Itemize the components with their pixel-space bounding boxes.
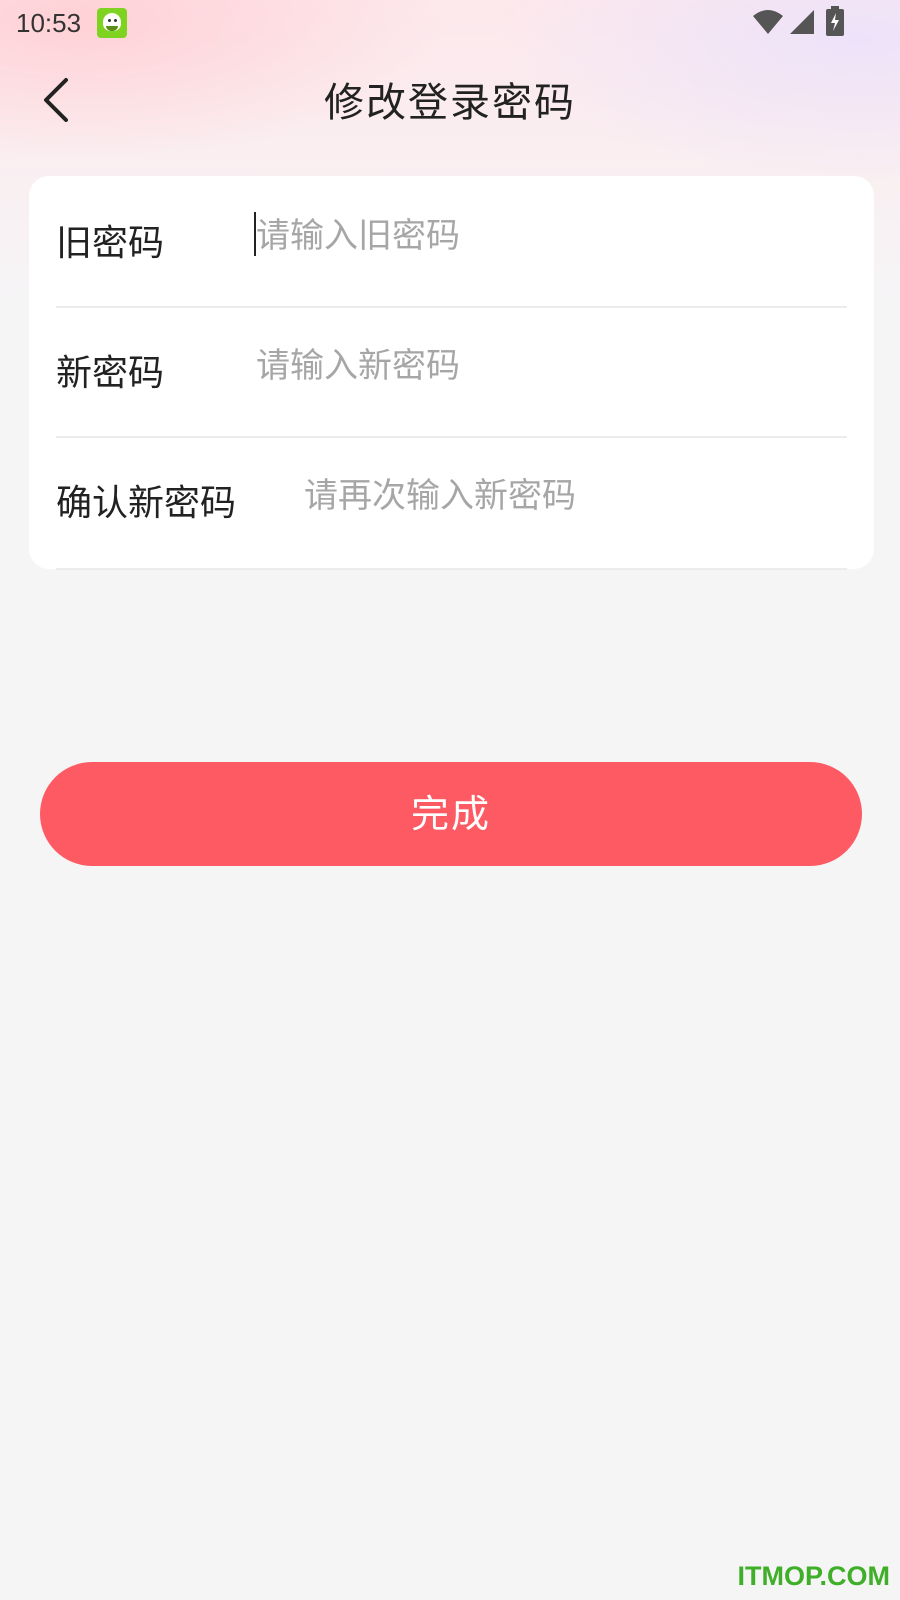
new-password-label: 新密码	[56, 353, 165, 394]
page-title: 修改登录密码	[324, 80, 576, 126]
watermark: ITMOP.COM	[737, 1561, 890, 1591]
confirm-password-row: 确认新密码	[56, 438, 847, 570]
confirm-password-input[interactable]	[304, 466, 834, 526]
old-password-label: 旧密码	[56, 223, 165, 264]
new-password-row: 新密码	[56, 306, 847, 438]
signal-icon	[790, 10, 814, 34]
app-notification-icon	[97, 8, 127, 38]
old-password-input[interactable]	[256, 206, 836, 266]
done-button[interactable]: 完成	[40, 762, 862, 866]
battery-charging-icon	[826, 6, 844, 36]
status-bar: 10:53	[0, 0, 900, 50]
password-form-card: 旧密码 新密码 确认新密码	[29, 176, 874, 570]
wifi-icon	[753, 10, 783, 34]
text-caret	[254, 212, 256, 256]
old-password-row: 旧密码	[56, 176, 847, 308]
confirm-password-label: 确认新密码	[56, 483, 237, 524]
status-time: 10:53	[16, 8, 82, 38]
new-password-input[interactable]	[256, 336, 836, 396]
